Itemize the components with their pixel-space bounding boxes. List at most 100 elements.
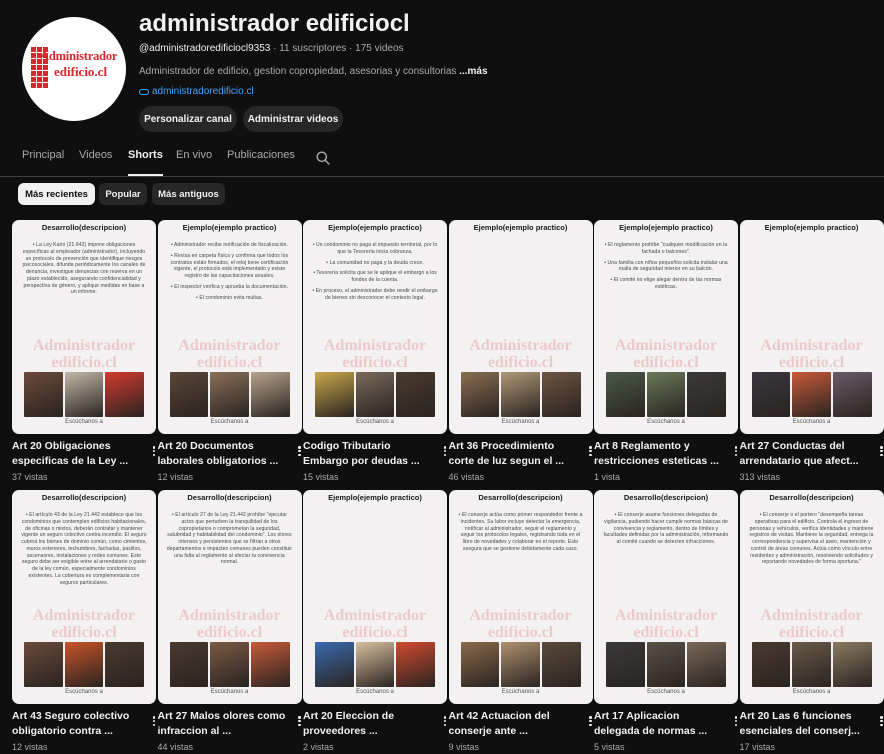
short-thumbnail[interactable]: Desarrollo(descripcion) • El conserje o e…: [739, 490, 884, 704]
short-title[interactable]: Art 27 Conductas del arrendatario que af…: [740, 439, 868, 469]
short-title[interactable]: Art 42 Actuacion del conserje ante ...: [449, 709, 577, 739]
thumbnail-photo: [396, 642, 436, 687]
watermark-line2: edificio.cl: [196, 623, 263, 641]
short-title[interactable]: Art 20 Documentos laborales obligatorios…: [158, 439, 286, 469]
watermark-line1: Administrador: [760, 337, 863, 354]
short-card[interactable]: Desarrollo(descripcion) • El conserje o e…: [739, 490, 884, 752]
short-views: 15 vistas: [303, 472, 339, 482]
chip-mas-recientes[interactable]: Más recientes: [18, 183, 95, 205]
manage-videos-button[interactable]: Administrar videos: [243, 106, 343, 132]
short-thumbnail[interactable]: Ejemplo(ejemplo practico) • El reglamento…: [594, 220, 738, 434]
watermark-line1: Administrador: [614, 607, 718, 624]
thumbnail-photo: [64, 372, 104, 417]
thumbnail-photos: [606, 642, 727, 687]
search-icon[interactable]: [316, 151, 330, 165]
short-card[interactable]: Ejemplo(ejemplo practico) Administrador ed…: [448, 220, 593, 482]
thumbnail-paragraph: • El conserje o el portero "desempeña ta…: [749, 512, 874, 566]
channel-description[interactable]: Administrador de edificio, gestion copro…: [139, 66, 488, 77]
customize-channel-button[interactable]: Personalizar canal: [139, 106, 237, 132]
short-card[interactable]: Desarrollo(descripcion) • El conserje act…: [448, 490, 593, 752]
short-thumbnail[interactable]: Ejemplo(ejemplo practico) • Administrador…: [157, 220, 302, 434]
short-thumbnail[interactable]: Ejemplo(ejemplo practico) • Un condominio…: [303, 220, 447, 434]
watermark-logo: Administrador edificio.cl: [309, 607, 441, 642]
thumbnail-photo: [501, 642, 540, 687]
watermark-logo: Administrador edificio.cl: [455, 337, 587, 372]
short-views: 313 vistas: [739, 472, 781, 482]
short-title[interactable]: Art 17 Aplicacion delegada de normas ...: [594, 709, 722, 739]
thumbnail-paragraph: • En proceso, el administrador debe rend…: [312, 287, 438, 301]
tab-publicaciones[interactable]: Publicaciones: [227, 149, 295, 176]
watermark-line1: Administrador: [469, 607, 572, 624]
short-card[interactable]: Ejemplo(ejemplo practico) Administrador ed…: [739, 220, 884, 482]
short-title[interactable]: Codigo Tributario Embargo por deudas ...: [303, 439, 431, 469]
channel-website-link[interactable]: administradoredificio.cl: [139, 86, 254, 97]
short-title[interactable]: Art 20 Eleccion de proveedores ...: [303, 709, 431, 739]
short-views: 2 vistas: [303, 742, 334, 752]
short-title[interactable]: Art 36 Procedimiento corte de luz segun …: [449, 439, 577, 469]
short-thumbnail[interactable]: Desarrollo(descripcion) • El artículo 43 …: [12, 490, 156, 704]
short-views: 1 vista: [594, 472, 621, 482]
more-options-dot: [152, 723, 156, 726]
channel-description-text: Administrador de edificio, gestion copro…: [139, 66, 460, 77]
thumbnail-photos: [315, 642, 436, 687]
channel-handle: @administradoredificiocl9353: [139, 43, 271, 54]
more-options-dot: [589, 723, 592, 726]
thumbnail-paragraph: • El conserje actúa como primer responde…: [458, 512, 583, 552]
short-card[interactable]: Ejemplo(ejemplo practico) • El reglamento…: [594, 220, 738, 482]
more-options-dot: [734, 449, 738, 453]
chip-mas-antiguos[interactable]: Más antiguos: [152, 183, 225, 205]
more-options-dot: [152, 716, 156, 719]
short-card[interactable]: Ejemplo(ejemplo practico) • Un condominio…: [303, 220, 447, 482]
tab-principal[interactable]: Principal: [22, 149, 64, 176]
logo-text-line1: Administrador: [40, 49, 118, 63]
short-title[interactable]: Art 27 Malos olores como infraccion al .…: [158, 709, 286, 739]
tab-en-vivo[interactable]: En vivo: [176, 149, 212, 176]
short-title[interactable]: Art 43 Seguro colectivo obligatorio cont…: [12, 709, 140, 739]
channel-avatar[interactable]: Administrador edificio.cl: [22, 17, 126, 121]
short-card[interactable]: Ejemplo(ejemplo practico) Administrador ed…: [303, 490, 447, 752]
watermark-line1: Administrador: [32, 337, 136, 354]
tab-videos[interactable]: Videos: [79, 149, 112, 176]
watermark-line2: edificio.cl: [342, 623, 408, 641]
thumbnail-body-text: • El conserje asume funciones delegadas …: [603, 512, 729, 550]
more-options-dot: [152, 719, 156, 723]
more-options-dot: [152, 453, 156, 456]
thumbnail-paragraph: • La comunidad no paga y la deuda crece.: [326, 259, 424, 266]
thumbnail-body-text: • La Ley Karin (21.643) impone obligacio…: [21, 242, 147, 300]
short-thumbnail[interactable]: Desarrollo(descripcion) • El conserje act…: [448, 490, 593, 704]
short-thumbnail[interactable]: Desarrollo(descripcion) • El conserje asu…: [594, 490, 738, 704]
thumbnail-photos: [315, 372, 436, 417]
short-card[interactable]: Desarrollo(descripcion) • La Ley Karin (2…: [12, 220, 156, 482]
thumbnail-heading: Ejemplo(ejemplo practico): [619, 223, 713, 232]
short-card[interactable]: Ejemplo(ejemplo practico) • Administrador…: [157, 220, 302, 482]
tab-shorts[interactable]: Shorts: [128, 149, 163, 176]
logo-text-line2: edificio.cl: [54, 64, 108, 79]
short-thumbnail[interactable]: Ejemplo(ejemplo practico) Administrador ed…: [448, 220, 593, 434]
thumbnail-paragraph: • El artículo 43 de la Ley 21.442 establ…: [21, 512, 147, 586]
short-title[interactable]: Art 20 Obligaciones especificas de la Le…: [12, 439, 140, 469]
thumbnail-heading: Desarrollo(descripcion): [41, 493, 127, 502]
more-link[interactable]: ...más: [459, 66, 487, 77]
short-views: 12 vistas: [157, 472, 194, 482]
chip-popular[interactable]: Popular: [99, 183, 147, 205]
short-card[interactable]: Desarrollo(descripcion) • El conserje asu…: [594, 490, 738, 752]
thumbnail-paragraph: • El condominio evita multas.: [196, 294, 263, 301]
short-card[interactable]: Desarrollo(descripcion) • El artículo 43 …: [12, 490, 156, 752]
short-title[interactable]: Art 8 Reglamento y restricciones estetic…: [594, 439, 722, 469]
watermark-line1: Administrador: [323, 607, 427, 624]
more-options-dot: [734, 723, 738, 726]
more-options-icon[interactable]: [878, 714, 884, 728]
more-options-dot: [734, 719, 738, 723]
short-thumbnail[interactable]: Ejemplo(ejemplo practico) Administrador ed…: [739, 220, 884, 434]
more-options-icon[interactable]: [878, 444, 884, 458]
short-title[interactable]: Art 20 Las 6 funciones esenciales del co…: [740, 709, 868, 739]
short-thumbnail[interactable]: Ejemplo(ejemplo practico) Administrador ed…: [303, 490, 447, 704]
thumbnail-paragraph: • Una familia con niños pequeños solicit…: [604, 259, 728, 273]
more-options-dot: [734, 716, 738, 719]
thumbnail-footer: Escúchanos a: [501, 689, 540, 695]
short-thumbnail[interactable]: Desarrollo(descripcion) • La Ley Karin (2…: [12, 220, 156, 434]
short-thumbnail[interactable]: Desarrollo(descripcion) • El artículo 27 …: [157, 490, 302, 704]
thumbnail-photos: [751, 642, 872, 687]
short-card[interactable]: Desarrollo(descripcion) • El artículo 27 …: [157, 490, 302, 752]
more-options-dot: [443, 453, 447, 456]
